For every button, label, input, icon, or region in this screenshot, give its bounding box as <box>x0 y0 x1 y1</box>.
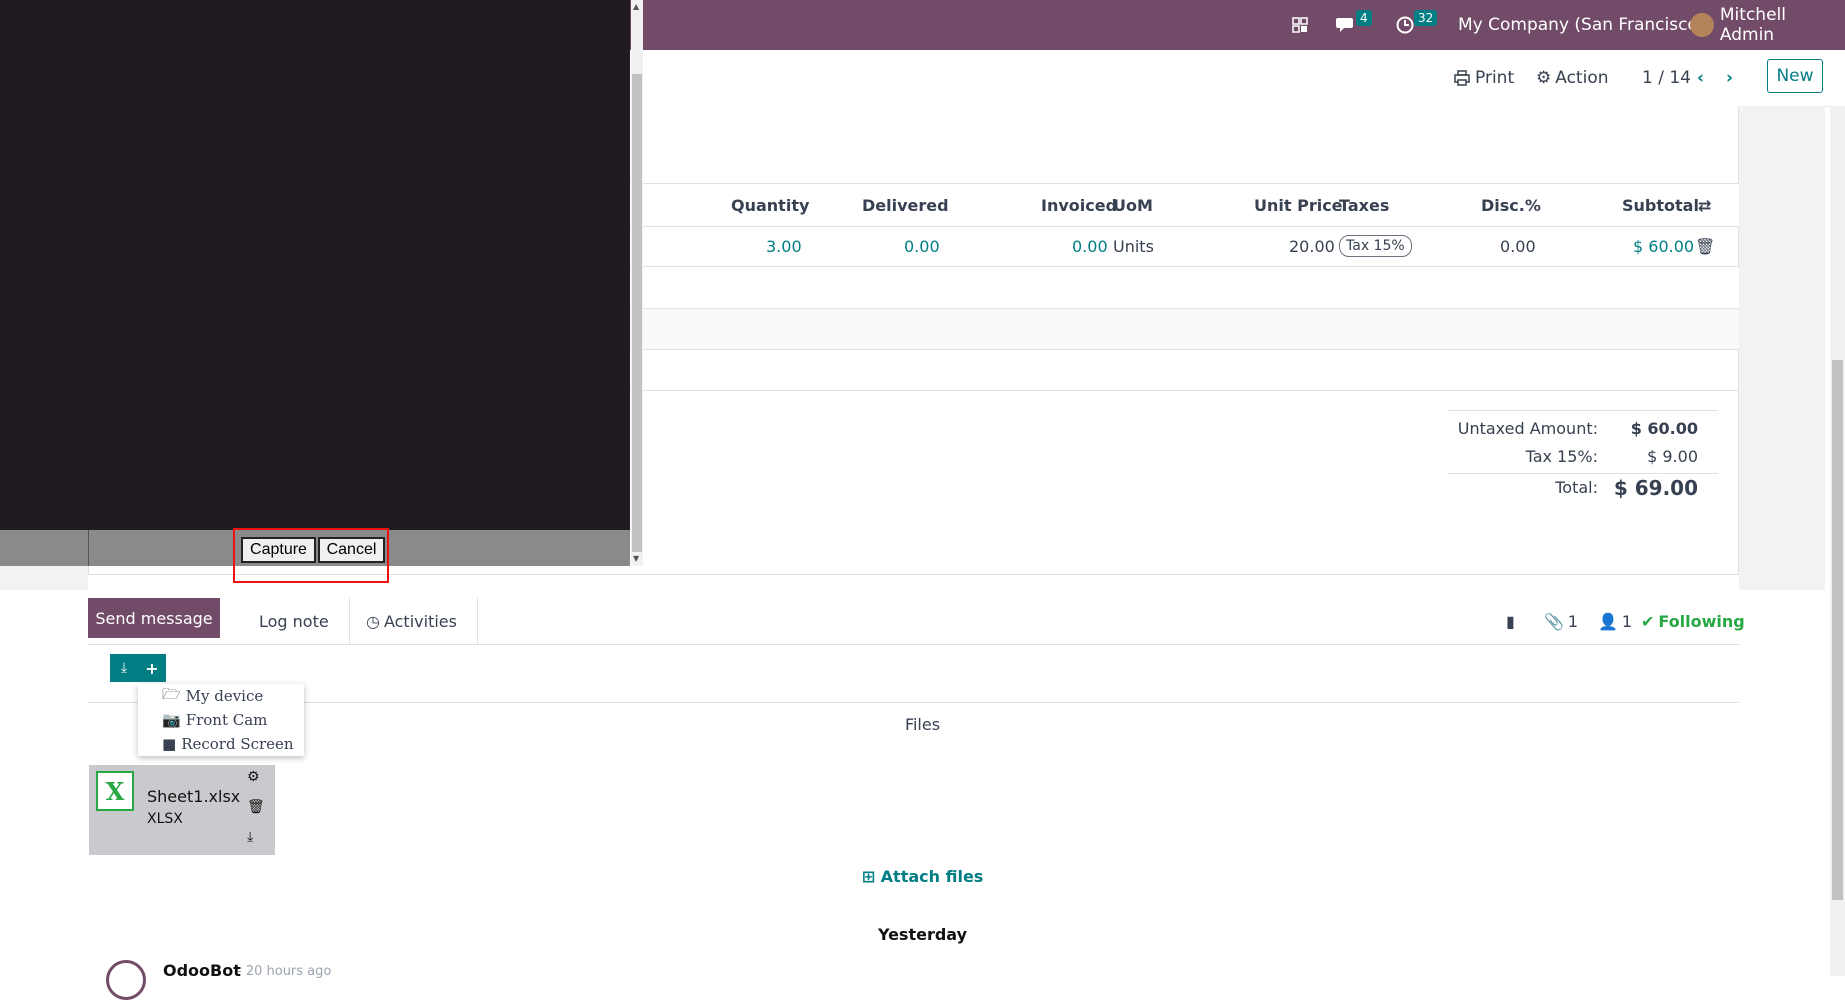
file-name: Sheet1.xlsx <box>147 787 241 806</box>
col-subtotal[interactable]: Subtotal <box>1622 184 1699 226</box>
cell-discount[interactable]: 0.00 <box>1500 226 1536 266</box>
capture-bar-divider <box>88 530 89 566</box>
attachments-count: 1 <box>1567 611 1579 631</box>
avatar <box>106 960 146 1000</box>
following-button[interactable]: ✔ Following <box>1641 598 1745 644</box>
activities-label: Activities <box>383 611 457 631</box>
camera-preview <box>0 0 630 530</box>
col-delivered[interactable]: Delivered <box>862 184 949 226</box>
col-discount[interactable]: Disc.% <box>1481 184 1541 226</box>
untaxed-value: $ 60.00 <box>1630 419 1698 438</box>
upload-icon[interactable]: ⤓ <box>110 654 138 682</box>
highlight-box <box>233 528 389 583</box>
col-unit-price[interactable]: Unit Price <box>1254 184 1343 226</box>
print-label: Print <box>1475 68 1515 88</box>
video-camera-icon: ■ <box>162 735 177 753</box>
send-message-button[interactable]: Send message <box>88 598 220 638</box>
print-icon <box>1454 70 1470 86</box>
menu-item-record-screen[interactable]: ■ Record Screen <box>162 732 294 756</box>
date-separator: Yesterday <box>877 925 968 944</box>
scroll-up-icon[interactable]: ▲ <box>633 2 639 11</box>
camera-icon: 📷 <box>162 711 181 729</box>
new-button[interactable]: New <box>1767 59 1823 93</box>
user-menu[interactable]: Mitchell Admin <box>1690 0 1845 50</box>
action-label: Action <box>1555 68 1609 88</box>
optional-columns-icon[interactable]: ⇄ <box>1698 184 1711 226</box>
pager-next-icon[interactable]: › <box>1726 50 1733 106</box>
menu-item-label: Front Cam <box>185 711 268 729</box>
attachment-card[interactable]: X Sheet1.xlsx XLSX ⚙ 🗑 ⤓ <box>89 765 275 855</box>
company-switcher[interactable]: My Company (San Francisco) <box>1458 0 1704 50</box>
avatar <box>1690 13 1714 37</box>
user-icon: 👤 <box>1598 611 1618 631</box>
followers-count: 1 <box>1621 611 1633 631</box>
scroll-down-icon[interactable]: ▼ <box>633 554 639 563</box>
user-name: Mitchell Admin <box>1719 5 1786 45</box>
pager-previous-icon[interactable]: ‹ <box>1697 50 1704 106</box>
scrollbar-thumb[interactable] <box>632 74 642 552</box>
attach-files-label: Attach files <box>880 867 984 886</box>
folder-icon: 🗁 <box>162 684 181 703</box>
tax-value: $ 9.00 <box>1647 447 1698 466</box>
total-label: Total: <box>1555 478 1598 497</box>
activity-clock-icon[interactable] <box>1396 0 1414 50</box>
plus-square-icon: ⊞ <box>861 867 876 886</box>
trash-icon[interactable]: 🗑 <box>1695 226 1715 266</box>
col-quantity[interactable]: Quantity <box>731 184 809 226</box>
cell-taxes[interactable]: Tax 15% <box>1339 226 1412 266</box>
total-value: $ 69.00 <box>1613 476 1698 500</box>
pager-value[interactable]: 1 / 14 <box>1642 50 1691 106</box>
excel-file-icon: X <box>96 771 134 811</box>
cell-quantity[interactable]: 3.00 <box>766 226 802 266</box>
log-note-button[interactable]: Log note <box>239 598 350 644</box>
print-button[interactable]: Print <box>1454 50 1514 106</box>
cell-subtotal: $ 60.00 <box>1633 236 1695 256</box>
notebook-icon[interactable]: ▮ <box>1506 598 1515 644</box>
trash-icon[interactable]: 🗑 <box>247 799 265 815</box>
attach-files-button[interactable]: ⊞ Attach files <box>0 867 1845 886</box>
tax-tag: Tax 15% <box>1339 235 1412 257</box>
untaxed-label: Untaxed Amount: <box>1457 419 1598 438</box>
paperclip-icon: 📎 <box>1544 611 1564 631</box>
cell-uom[interactable]: Units <box>1113 226 1154 266</box>
menu-item-label: Record Screen <box>181 735 294 753</box>
menu-item-my-device[interactable]: 🗁 My device <box>162 684 263 708</box>
upload-dropdown-menu: 🗁 My device 📷 Front Cam ■ Record Screen <box>138 684 304 756</box>
cell-delivered[interactable]: 0.00 <box>904 226 940 266</box>
activities-button[interactable]: ◷ Activities <box>346 598 478 644</box>
scrollbar-thumb[interactable] <box>1832 360 1843 900</box>
total-row: Total: $ 69.00 <box>1448 473 1718 500</box>
message-time: - 20 hours ago <box>237 964 332 979</box>
col-uom[interactable]: UoM <box>1113 184 1153 226</box>
chat-count-badge: 4 <box>1356 10 1372 26</box>
chatter-topbar: Log note ◷ Activities ▮ 📎 1 👤 1 ✔ Follow… <box>88 598 1745 645</box>
cell-unit-price[interactable]: 20.00 <box>1289 226 1335 266</box>
chat-icon[interactable] <box>1336 0 1358 50</box>
clock-icon: ◷ <box>366 611 380 631</box>
menu-item-label: My device <box>185 687 264 705</box>
overlay-scrollbar[interactable]: ▲ ▼ <box>631 0 643 566</box>
following-label: Following <box>1658 611 1745 631</box>
files-separator <box>88 702 1739 703</box>
action-button[interactable]: ⚙ Action <box>1536 50 1609 106</box>
gear-icon: ⚙ <box>1536 68 1552 88</box>
apps-grid-icon[interactable] <box>1292 0 1308 50</box>
attachments-button[interactable]: 📎 1 <box>1544 598 1578 644</box>
totals-section: Untaxed Amount: $ 60.00 Tax 15%: $ 9.00 … <box>1448 410 1718 500</box>
col-invoiced[interactable]: Invoiced <box>1041 184 1117 226</box>
form-background-right <box>1739 106 1825 590</box>
gear-icon[interactable]: ⚙ <box>247 769 260 785</box>
page-scrollbar[interactable] <box>1830 106 1845 976</box>
tax-label: Tax 15%: <box>1525 447 1598 466</box>
download-icon[interactable]: ⤓ <box>247 829 253 845</box>
add-attachment-button[interactable]: + <box>138 654 166 682</box>
activity-count-badge: 32 <box>1414 10 1438 26</box>
followers-button[interactable]: 👤 1 <box>1598 598 1632 644</box>
cell-invoiced[interactable]: 0.00 <box>1072 226 1108 266</box>
file-type: XLSX <box>147 811 183 827</box>
menu-item-front-cam[interactable]: 📷 Front Cam <box>162 708 267 732</box>
check-icon: ✔ <box>1641 611 1655 631</box>
col-taxes[interactable]: Taxes <box>1339 184 1389 226</box>
message-author[interactable]: OdooBot <box>163 961 241 980</box>
